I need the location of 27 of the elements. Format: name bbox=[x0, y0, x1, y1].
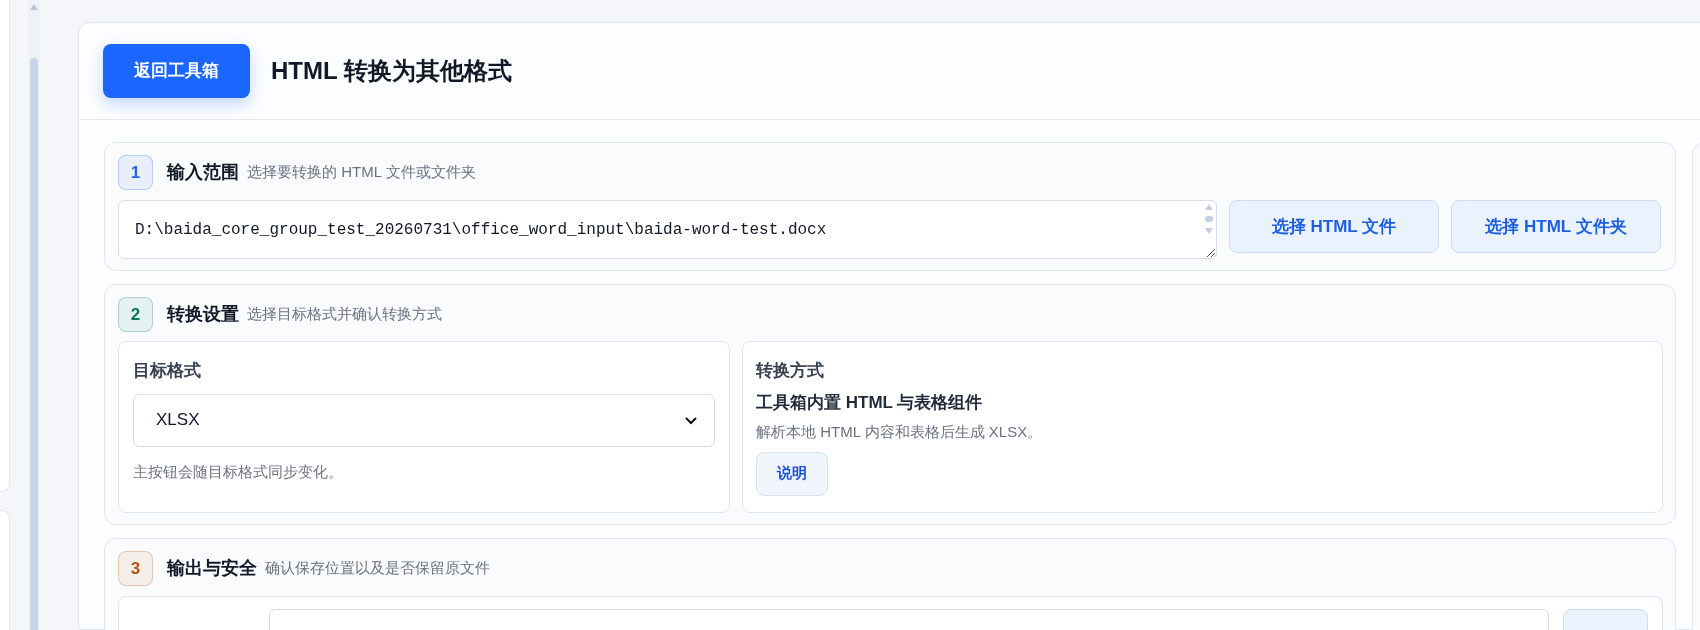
page-title: HTML 转换为其他格式 bbox=[271, 56, 512, 86]
format-select[interactable]: XLSX bbox=[133, 393, 715, 447]
scrollbar-icon bbox=[1204, 203, 1214, 235]
choose-button[interactable]: 选择 HTML 文件夹 bbox=[1451, 200, 1661, 253]
section-title: 转换设置 bbox=[167, 303, 239, 326]
chevron-down-icon bbox=[684, 415, 698, 425]
info-button[interactable]: 说明 bbox=[756, 451, 828, 496]
back-button[interactable]: 返回工具箱 bbox=[103, 44, 250, 98]
scrollbar[interactable] bbox=[28, 0, 40, 630]
scroll-up-icon[interactable] bbox=[30, 4, 38, 10]
choose-button[interactable]: 选择 HTML 文件 bbox=[1229, 200, 1439, 253]
section-title: 输入范围 bbox=[167, 161, 239, 184]
format-hint: 主按钮会随目标格式同步变化。 bbox=[133, 461, 344, 482]
step-badge: 2 bbox=[118, 297, 153, 332]
step-badge: 3 bbox=[118, 551, 153, 586]
section-description: 选择要转换的 HTML 文件或文件夹 bbox=[247, 162, 476, 183]
method-title: 工具箱内置 HTML 与表格组件 bbox=[756, 391, 984, 414]
section-description: 选择目标格式并确认转换方式 bbox=[247, 304, 442, 325]
resize-handle-icon[interactable] bbox=[1204, 246, 1216, 258]
method-label: 转换方式 bbox=[756, 360, 825, 382]
input-field[interactable]: D:\baida_core_group_test_20260731\office_word_input\baida-word-test.docx bbox=[118, 200, 1217, 259]
scrollbar-thumb[interactable] bbox=[30, 58, 38, 630]
format-label: 目标格式 bbox=[133, 360, 202, 382]
section-title: 输出与安全 bbox=[167, 557, 257, 580]
method-description: 解析本地 HTML 内容和表格后生成 XLSX。 bbox=[756, 422, 1044, 442]
section-description: 确认保存位置以及是否保留原文件 bbox=[265, 558, 490, 579]
step-badge: 1 bbox=[118, 155, 153, 190]
